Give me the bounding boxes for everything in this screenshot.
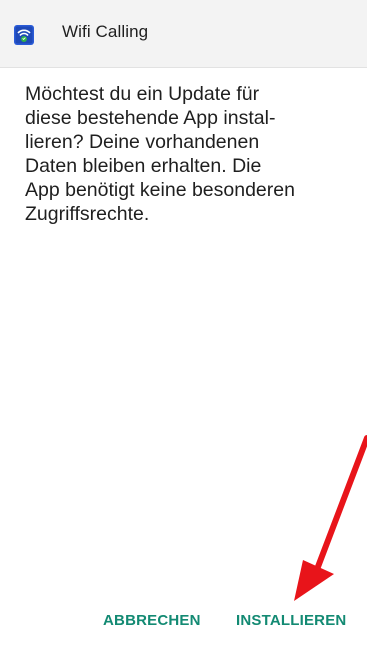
install-update-screen: Wifi Calling Möchtest du ein Update für … [0, 0, 367, 648]
update-message: Möchtest du ein Update für diese bestehe… [25, 83, 295, 225]
app-title: Wifi Calling [62, 22, 149, 41]
install-button[interactable]: INSTALLIEREN [236, 612, 346, 629]
wifi-calling-app-icon [14, 25, 34, 45]
cancel-button[interactable]: ABBRECHEN [103, 612, 201, 629]
app-header: Wifi Calling [0, 0, 367, 68]
